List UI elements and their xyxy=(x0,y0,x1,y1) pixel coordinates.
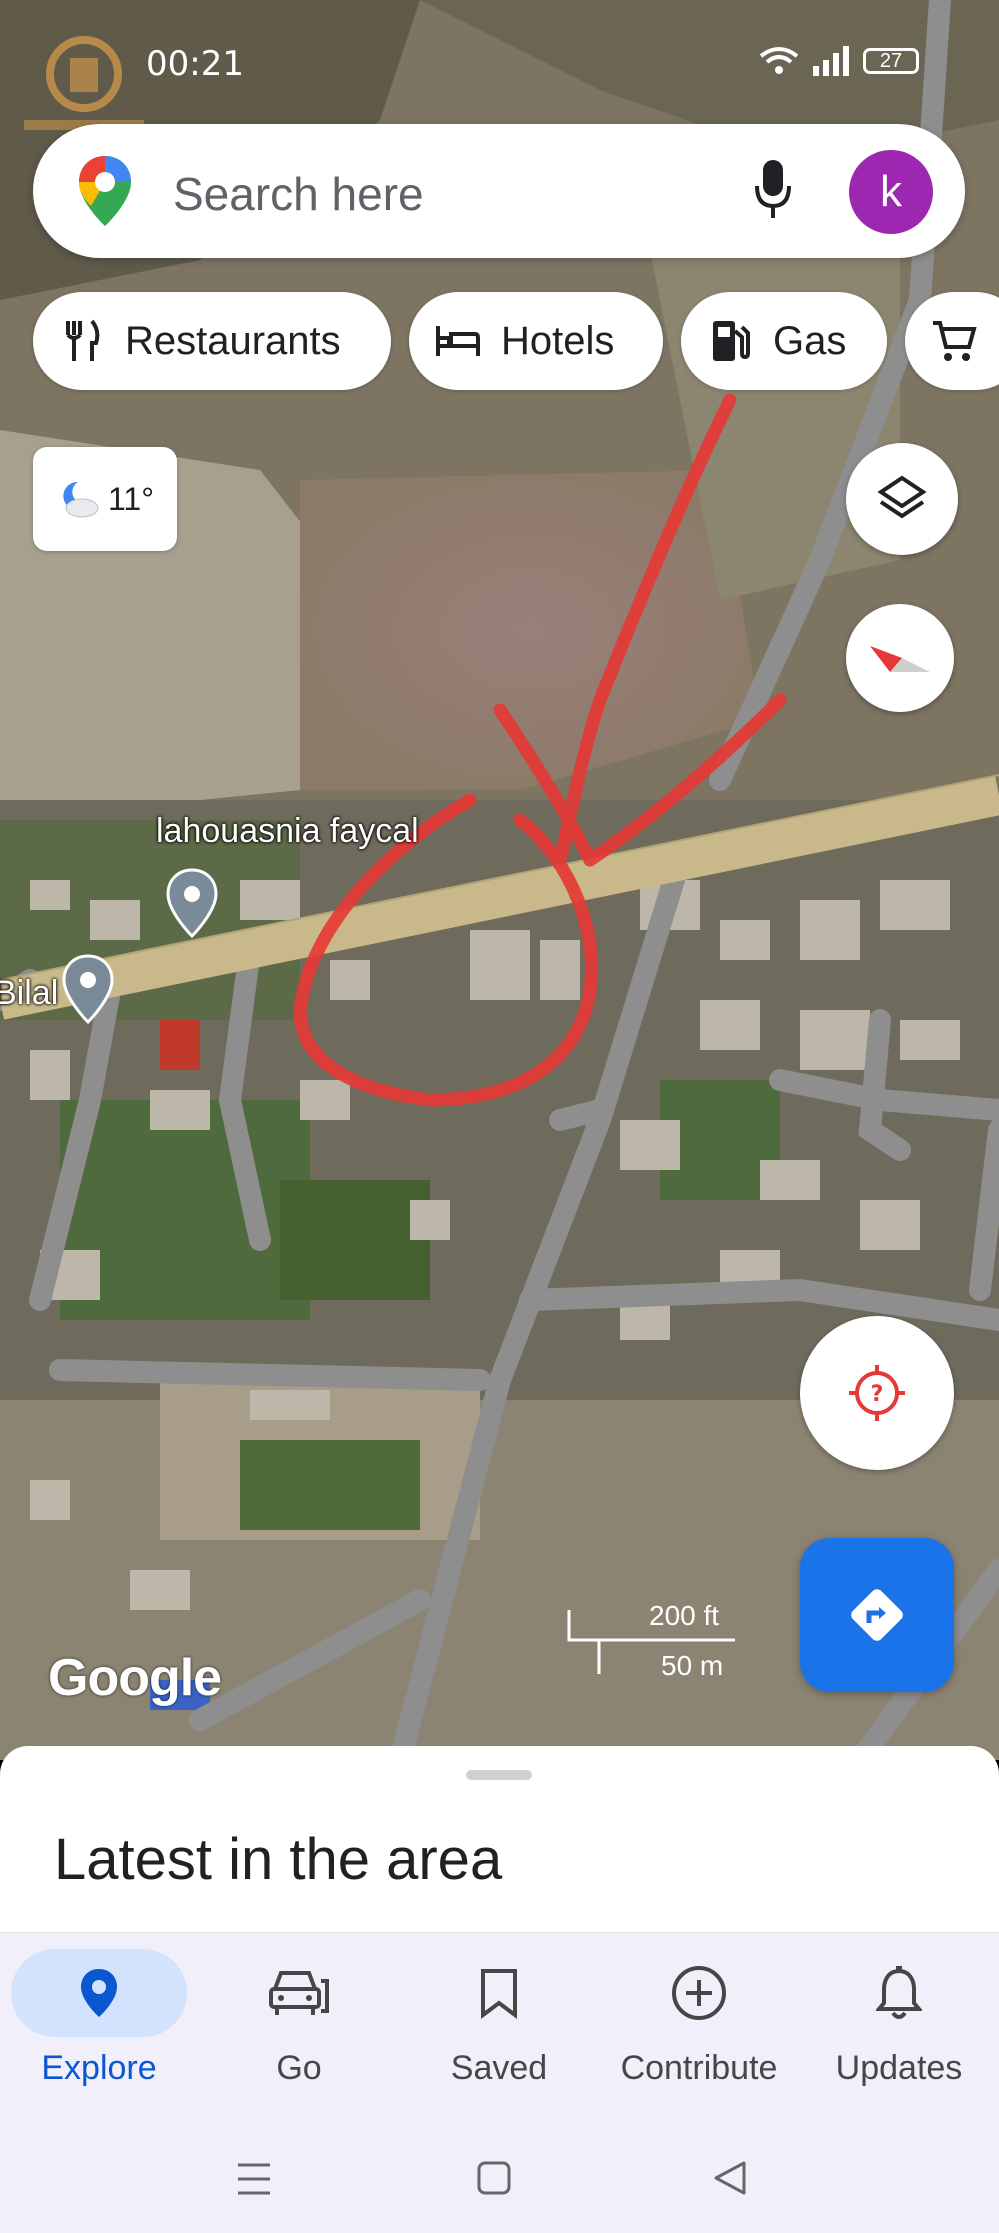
battery-icon: 27 xyxy=(863,48,919,74)
back-icon[interactable] xyxy=(712,2160,748,2196)
layers-button[interactable] xyxy=(846,443,958,555)
chip-label: Restaurants xyxy=(125,318,341,363)
status-time: 00:21 xyxy=(146,44,244,84)
layers-icon xyxy=(877,475,927,519)
nav-label: Explore xyxy=(41,2049,157,2087)
directions-icon xyxy=(851,1589,903,1641)
nav-updates[interactable]: Updates xyxy=(804,1949,994,2119)
place-pin-icon[interactable] xyxy=(62,954,114,1024)
my-location-button[interactable]: ? xyxy=(800,1316,954,1470)
menu-icon[interactable] xyxy=(236,2162,272,2196)
chip-label: Gas xyxy=(773,318,847,363)
compass-icon xyxy=(870,646,930,672)
category-chips: Restaurants Hotels Gas xyxy=(0,292,999,392)
sheet-title: Latest in the area xyxy=(54,1827,503,1892)
bed-icon xyxy=(435,318,481,364)
satellite-map[interactable]: lahouasnia faycal Bilal 200 ft 50 m Goog… xyxy=(0,0,999,1760)
search-input[interactable]: Search here xyxy=(173,167,424,221)
status-bar: 00:21 27 xyxy=(0,0,999,130)
weather-badge[interactable]: 11° xyxy=(33,447,177,551)
microphone-icon[interactable] xyxy=(753,158,793,220)
cart-icon xyxy=(931,318,977,364)
weather-temp: 11° xyxy=(107,480,154,517)
chip-hotels[interactable]: Hotels xyxy=(409,292,663,390)
map-scale: 200 ft 50 m xyxy=(565,1600,745,1681)
nav-explore[interactable]: Explore xyxy=(4,1949,194,2119)
place-label-faycal[interactable]: lahouasnia faycal xyxy=(156,812,419,851)
chip-gas[interactable]: Gas xyxy=(681,292,887,390)
wifi-icon xyxy=(759,47,799,74)
google-logo: Google xyxy=(48,1649,222,1707)
system-navigation-bar xyxy=(0,2128,999,2233)
nav-contribute[interactable]: Contribute xyxy=(604,1949,794,2119)
sheet-drag-handle[interactable] xyxy=(466,1770,532,1780)
car-icon xyxy=(269,1971,329,2015)
search-bar[interactable]: Search here k xyxy=(33,124,965,258)
bell-icon xyxy=(876,1966,922,2019)
compass-button[interactable] xyxy=(846,604,954,712)
google-maps-pin-icon xyxy=(79,156,131,226)
explore-pin-icon xyxy=(81,1969,117,2017)
scale-metric: 50 m xyxy=(661,1650,724,1681)
fork-knife-icon xyxy=(59,318,105,364)
chip-restaurants[interactable]: Restaurants xyxy=(33,292,391,390)
nav-saved[interactable]: Saved xyxy=(404,1949,594,2119)
directions-button[interactable] xyxy=(800,1538,954,1692)
svg-text:?: ? xyxy=(871,1382,884,1407)
nav-label: Updates xyxy=(835,2049,963,2087)
place-label-bilal[interactable]: Bilal xyxy=(0,974,58,1013)
location-unknown-icon: ? xyxy=(849,1365,905,1421)
nav-label: Go xyxy=(276,2049,322,2087)
gas-pump-icon xyxy=(707,318,753,364)
scale-imperial: 200 ft xyxy=(649,1600,720,1631)
bookmark-icon xyxy=(481,1969,517,2019)
place-pin-icon[interactable] xyxy=(166,868,218,938)
avatar[interactable]: k xyxy=(849,150,933,234)
bottom-sheet[interactable]: Latest in the area xyxy=(0,1746,999,1936)
nav-go[interactable]: Go xyxy=(204,1949,394,2119)
add-circle-icon xyxy=(672,1966,726,2020)
partly-cloudy-night-icon xyxy=(63,481,99,518)
signal-icon xyxy=(813,46,849,76)
home-icon[interactable] xyxy=(476,2160,512,2196)
nav-label: Saved xyxy=(450,2049,548,2087)
chip-shopping[interactable] xyxy=(905,292,999,390)
nav-label: Contribute xyxy=(620,2049,778,2087)
bottom-navigation: Explore Go Saved Contribute Updates xyxy=(0,1932,999,2129)
chip-label: Hotels xyxy=(501,318,615,363)
